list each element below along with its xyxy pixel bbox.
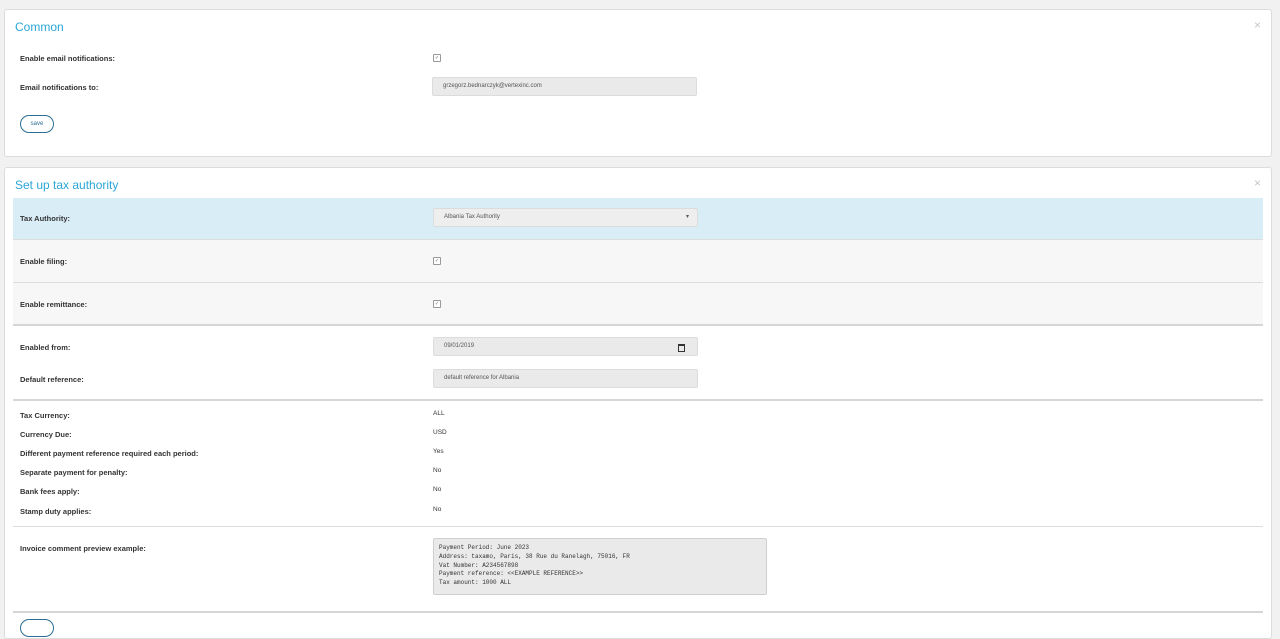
detail-value: ALL [433, 410, 445, 417]
enable-remittance-row: Enable remittance: ✓ [13, 283, 1263, 326]
enabled-from-date-input[interactable]: 09/01/2019 [433, 337, 698, 356]
tax-authority-panel: Set up tax authority × Tax Authority: Al… [4, 167, 1272, 639]
detail-value: No [433, 506, 442, 513]
detail-label: Stamp duty applies: [20, 507, 92, 516]
detail-value: No [433, 486, 442, 493]
enable-remittance-label: Enable remittance: [20, 300, 88, 309]
common-panel: Common × Enable email notifications: ✓ E… [4, 9, 1272, 157]
common-panel-title: Common [15, 20, 64, 34]
invoice-preview-section: Invoice comment preview example: Payment… [13, 527, 1263, 613]
detail-label: Tax Currency: [20, 411, 70, 420]
enabled-from-section: Enabled from: 09/01/2019 Default referen… [13, 326, 1263, 401]
email-to-label: Email notifications to: [20, 83, 99, 92]
enable-filing-label: Enable filing: [20, 257, 68, 266]
tax-panel-title: Set up tax authority [15, 178, 119, 192]
default-reference-input[interactable]: default reference for Albania [433, 369, 698, 388]
tax-authority-value: Albania Tax Authority [444, 214, 500, 220]
tax-details-section: Tax Currency: ALL Currency Due: USD Diff… [13, 401, 1263, 527]
enabled-from-value: 09/01/2019 [444, 343, 475, 349]
caret-down-icon: ▾ [685, 214, 689, 220]
email-to-input[interactable]: grzegorz.bednarczyk@vertexinc.com [432, 77, 697, 96]
detail-label: Separate payment for penalty: [20, 468, 128, 477]
save-button[interactable] [20, 619, 54, 637]
detail-label: Different payment reference required eac… [20, 449, 199, 458]
tax-authority-select[interactable]: Albania Tax Authority ▾ [433, 208, 698, 227]
close-icon[interactable]: × [1254, 18, 1261, 32]
detail-label: Currency Due: [20, 430, 72, 439]
enable-email-label: Enable email notifications: [20, 54, 116, 63]
tax-authority-label: Tax Authority: [20, 214, 70, 223]
enable-remittance-checkbox[interactable]: ✓ [433, 300, 441, 308]
enabled-from-label: Enabled from: [20, 343, 71, 352]
detail-value: USD [433, 429, 447, 436]
enable-filing-checkbox[interactable]: ✓ [433, 257, 441, 265]
tax-authority-row: Tax Authority: Albania Tax Authority ▾ [13, 198, 1263, 240]
enable-email-checkbox[interactable]: ✓ [433, 54, 441, 62]
save-button[interactable]: save [20, 115, 54, 133]
detail-label: Bank fees apply: [20, 487, 80, 496]
invoice-preview-textarea[interactable]: Payment Period: June 2023 Address: taxam… [433, 538, 767, 595]
detail-value: Yes [433, 448, 444, 455]
calendar-icon[interactable] [678, 344, 685, 352]
default-reference-label: Default reference: [20, 375, 84, 384]
detail-value: No [433, 467, 442, 474]
invoice-preview-label: Invoice comment preview example: [20, 544, 146, 553]
enable-filing-row: Enable filing: ✓ [13, 240, 1263, 283]
close-icon[interactable]: × [1254, 176, 1261, 190]
